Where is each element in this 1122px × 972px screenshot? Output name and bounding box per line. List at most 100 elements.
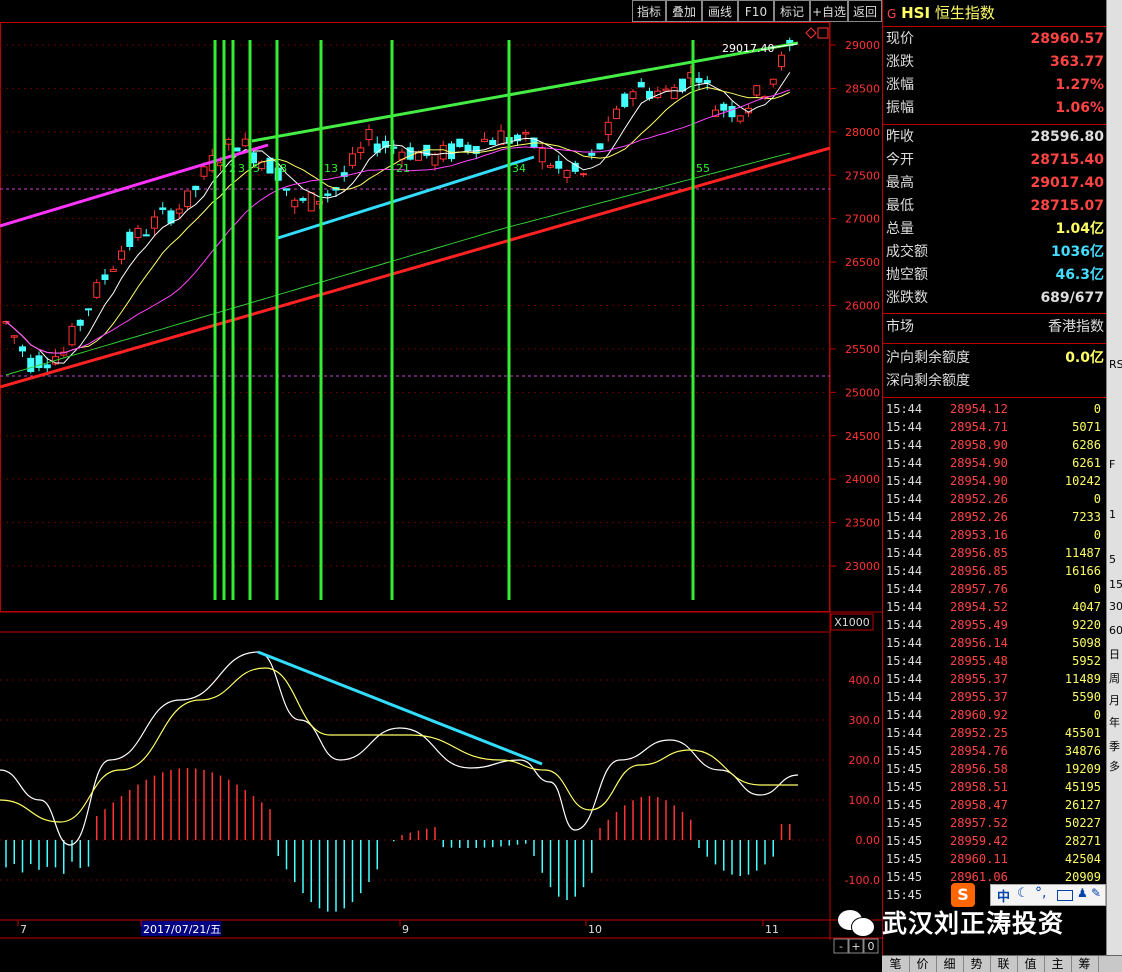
stat-row: 最高 29017.40 bbox=[886, 172, 1104, 195]
period-item[interactable]: 多 bbox=[1109, 760, 1122, 774]
candle-body bbox=[703, 80, 711, 84]
price-tick-label: 28000 bbox=[845, 126, 880, 139]
candle-body bbox=[225, 138, 233, 145]
stat-row-label: 抛空额 bbox=[886, 267, 928, 283]
tick-time: 15:45 bbox=[886, 834, 923, 848]
candle-body bbox=[431, 153, 439, 166]
candle-body bbox=[109, 268, 117, 272]
tick-price: 28952.25 bbox=[950, 726, 1008, 740]
bottom-tab[interactable]: 值 bbox=[1017, 956, 1045, 972]
stat-row-value: 28715.07 bbox=[1030, 198, 1104, 214]
period-item[interactable]: 15 bbox=[1109, 578, 1122, 592]
candle-body bbox=[151, 216, 158, 229]
tick-time: 15:44 bbox=[886, 438, 923, 452]
candle-body bbox=[324, 193, 332, 196]
tick-row: 15:45 28957.52 50227 bbox=[886, 814, 1104, 832]
bottom-tab[interactable]: 筹 bbox=[1071, 956, 1099, 972]
tick-time: 15:45 bbox=[886, 852, 923, 866]
quote-row: 涨幅 1.27% bbox=[886, 74, 1104, 97]
period-item[interactable]: 年 bbox=[1109, 716, 1122, 730]
tick-row: 15:44 28956.85 16166 bbox=[886, 562, 1104, 580]
tick-volume: 10242 bbox=[1064, 474, 1101, 488]
period-item[interactable]: F bbox=[1109, 458, 1122, 472]
tick-volume: 9220 bbox=[1072, 618, 1101, 632]
macd-tick-label: 200.0 bbox=[849, 754, 881, 767]
tick-volume: 4047 bbox=[1072, 600, 1101, 614]
kline-chart[interactable]: 29000 28500 28000 27500 27000 26500 26000 25500… bbox=[0, 0, 882, 955]
tick-price: 28959.42 bbox=[950, 834, 1008, 848]
period-item[interactable]: 月 bbox=[1109, 694, 1122, 708]
tick-time: 15:44 bbox=[886, 708, 923, 722]
quote-row-value: 363.77 bbox=[1049, 54, 1104, 70]
period-item[interactable]: 周 bbox=[1109, 672, 1122, 686]
bottom-tab[interactable]: 势 bbox=[963, 956, 991, 972]
quota-row-label: 深向剩余额度 bbox=[886, 373, 970, 389]
candle-body bbox=[68, 325, 76, 346]
period-item[interactable]: RS bbox=[1109, 358, 1122, 372]
tick-price: 28960.92 bbox=[950, 708, 1008, 722]
period-item[interactable]: 5 bbox=[1109, 553, 1122, 567]
bottom-tab[interactable]: 价 bbox=[909, 956, 937, 972]
period-item[interactable]: 60 bbox=[1109, 624, 1122, 638]
tick-time: 15:44 bbox=[886, 420, 923, 434]
fibonacci-label: 8 bbox=[280, 162, 287, 175]
draw-line-button[interactable]: 画线 bbox=[702, 0, 738, 22]
candle-body bbox=[159, 207, 167, 210]
tick-row: 15:44 28956.14 5098 bbox=[886, 634, 1104, 652]
tick-volume: 11489 bbox=[1064, 672, 1101, 686]
date-label: 9 bbox=[402, 923, 409, 936]
tick-price: 28955.48 bbox=[950, 654, 1008, 668]
tick-row: 15:44 28954.90 10242 bbox=[886, 472, 1104, 490]
period-item[interactable]: 季 bbox=[1109, 740, 1122, 754]
quote-row-value: 1.06% bbox=[1055, 100, 1104, 116]
candle-body bbox=[43, 364, 51, 369]
stat-row-value: 46.3亿 bbox=[1055, 267, 1104, 283]
candle-body bbox=[662, 88, 670, 92]
ma60-line bbox=[5, 152, 790, 376]
tick-row: 15:44 28954.52 4047 bbox=[886, 598, 1104, 616]
tick-price: 28954.71 bbox=[950, 420, 1008, 434]
quote-row: 振幅 1.06% bbox=[886, 97, 1104, 120]
tick-row: 15:45 28958.51 45195 bbox=[886, 778, 1104, 796]
tick-price: 28958.90 bbox=[950, 438, 1008, 452]
bottom-tab[interactable]: 细 bbox=[936, 956, 964, 972]
overlay-button[interactable]: 叠加 bbox=[666, 0, 702, 22]
candle-body bbox=[365, 128, 373, 140]
quote-row-value: 1.27% bbox=[1055, 77, 1104, 93]
stat-row: 今开 28715.40 bbox=[886, 149, 1104, 172]
tick-row: 15:44 28954.71 5071 bbox=[886, 418, 1104, 436]
macd-tick-label: 300.0 bbox=[849, 714, 881, 727]
candle-body bbox=[522, 132, 530, 135]
tick-volume: 6261 bbox=[1072, 456, 1101, 470]
bottom-tab[interactable]: 笔 bbox=[882, 956, 910, 972]
price-tick-label: 25500 bbox=[845, 343, 880, 356]
tick-row: 15:44 28960.92 0 bbox=[886, 706, 1104, 724]
mark-button[interactable]: 标记 bbox=[774, 0, 810, 22]
candle-body bbox=[118, 250, 125, 260]
tick-price: 28954.90 bbox=[950, 474, 1008, 488]
period-item[interactable]: 30 bbox=[1109, 600, 1122, 614]
tick-price: 28952.26 bbox=[950, 510, 1008, 524]
stat-row-label: 总量 bbox=[886, 221, 914, 237]
tick-price: 28958.47 bbox=[950, 798, 1008, 812]
macd-dea-line bbox=[0, 667, 798, 823]
tick-price: 28954.76 bbox=[950, 744, 1008, 758]
price-tick-label: 27000 bbox=[845, 213, 880, 226]
add-favorite-button[interactable]: +自选 bbox=[810, 0, 848, 22]
indicator-button[interactable]: 指标 bbox=[632, 0, 666, 22]
period-item[interactable]: 日 bbox=[1109, 648, 1122, 662]
bottom-tab[interactable]: 主 bbox=[1044, 956, 1072, 972]
bottom-tab[interactable]: 联 bbox=[990, 956, 1018, 972]
tick-row: 15:45 28960.11 42504 bbox=[886, 850, 1104, 868]
candle-body bbox=[85, 308, 92, 311]
tick-price: 28958.51 bbox=[950, 780, 1008, 794]
period-item[interactable]: 1 bbox=[1109, 508, 1122, 522]
date-label: 10 bbox=[588, 923, 602, 936]
quote-row-label: 涨跌 bbox=[886, 54, 914, 70]
back-button[interactable]: 返回 bbox=[848, 0, 882, 22]
diamond-icon bbox=[805, 27, 817, 39]
price-tick-label: 24000 bbox=[845, 473, 880, 486]
candle-body bbox=[448, 143, 455, 160]
candle-body bbox=[76, 319, 84, 326]
f10-button[interactable]: F10 bbox=[738, 0, 774, 22]
